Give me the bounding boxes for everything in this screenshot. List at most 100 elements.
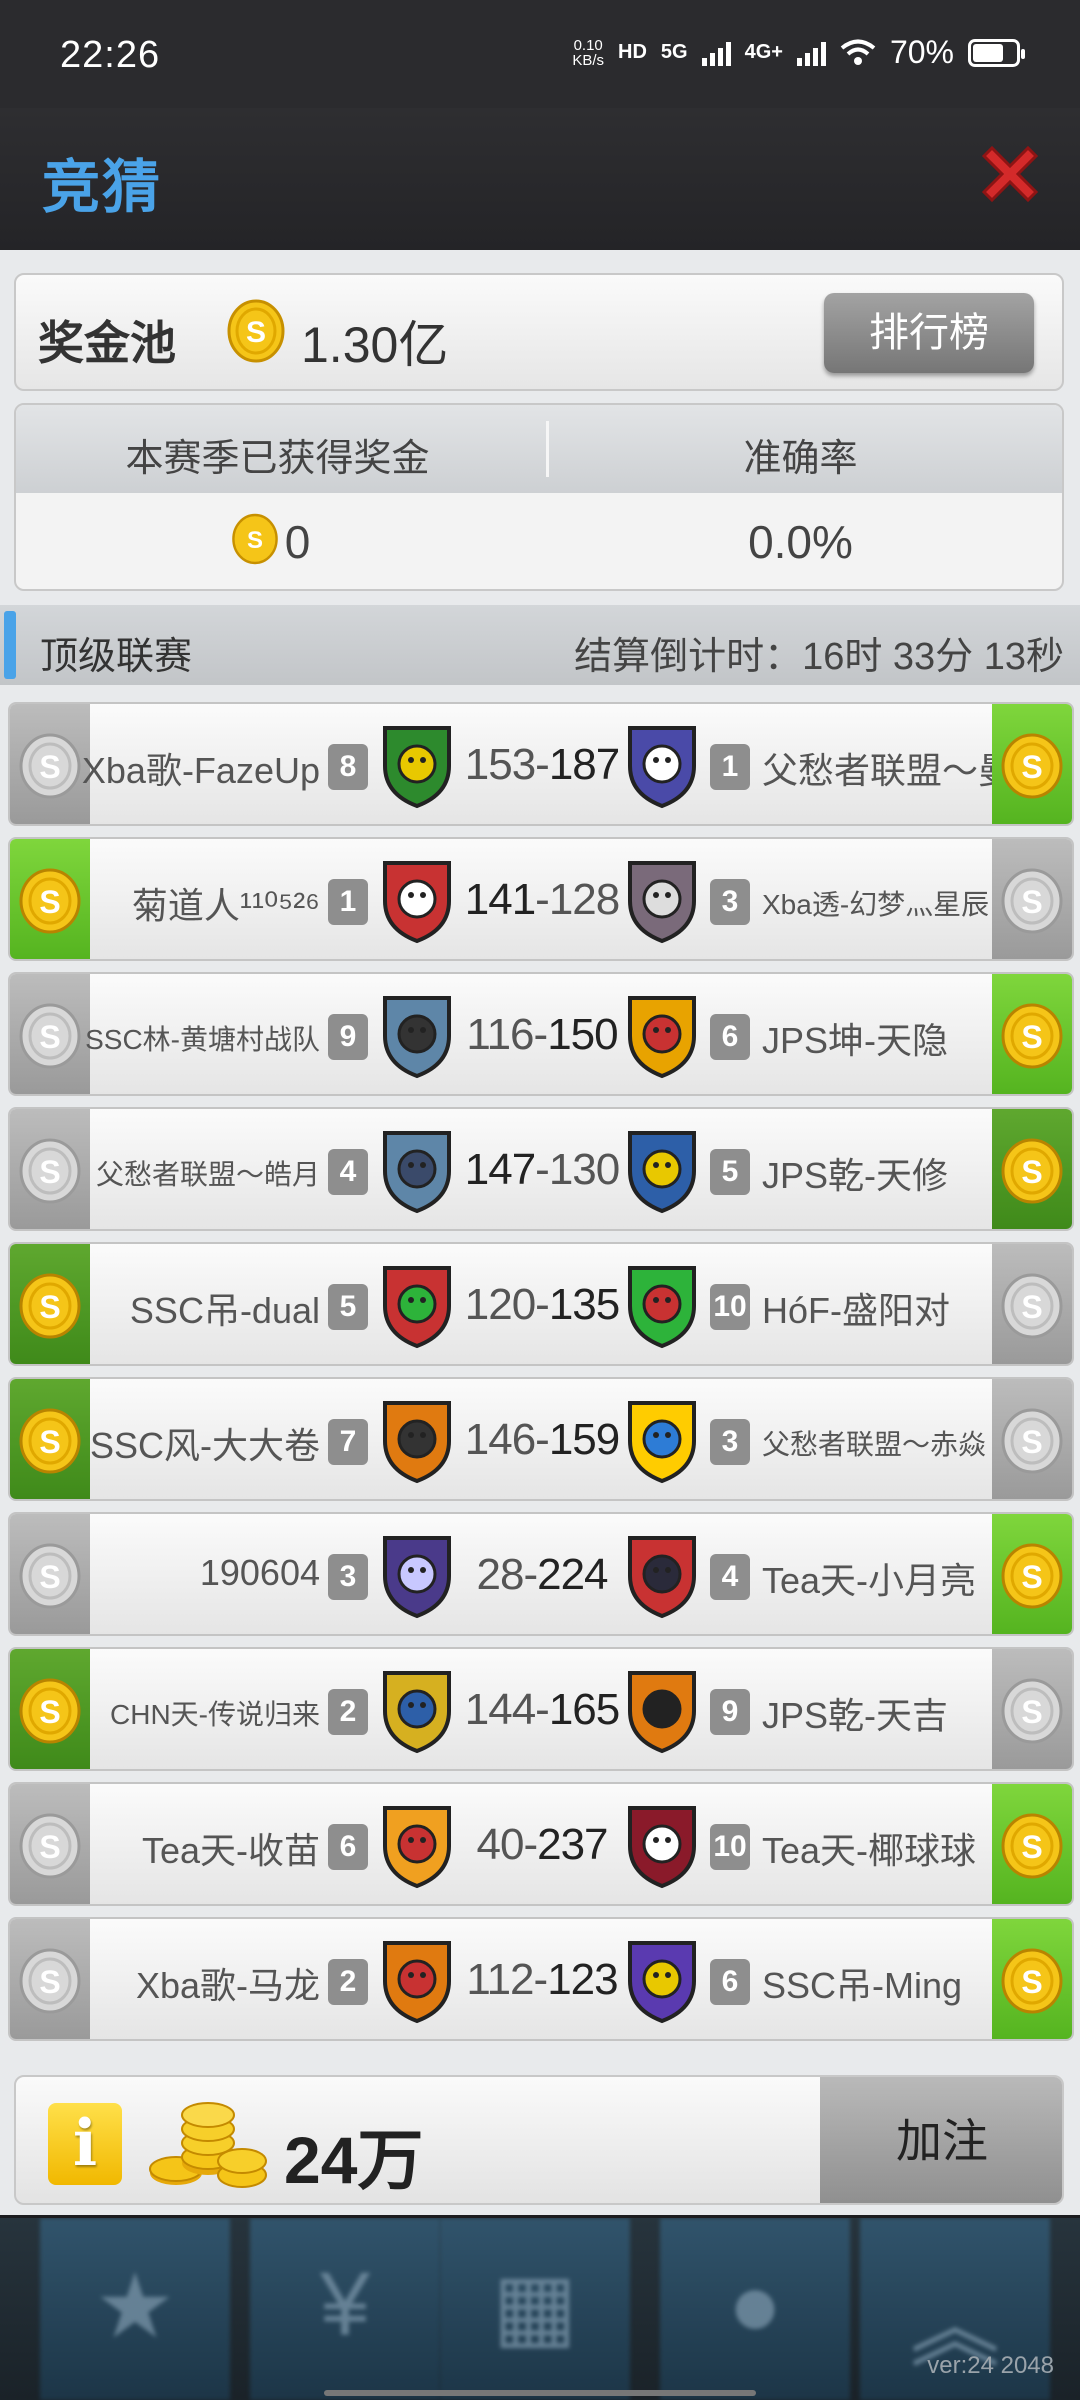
page-header: 竞猜 [0,108,1080,250]
left-score: 120 [464,1280,536,1329]
team-right-logo [628,1401,696,1484]
right-score: 135 [548,1280,620,1329]
team-right-name: Tea天-椰球球 [762,1830,977,1871]
earned-label: 本赛季已获得奖金 [125,438,430,480]
svg-text:S: S [39,1694,60,1730]
coin-icon: S [19,1273,81,1339]
match-row: S SSC风-大大卷 7 146-159 3 父愁者联盟～赤焱 S [8,1377,1074,1501]
page-title: 竞猜 [42,155,163,220]
match-score: 28-224 [476,1550,608,1599]
team-left-logo [383,996,451,1079]
team-icon: ▦ [492,2257,578,2357]
clock: 22:26 [60,34,161,76]
match-score: 153-187 [464,740,621,789]
svg-text:S: S [39,884,60,920]
left-score: 153 [464,740,536,789]
pick-left-button[interactable]: S [10,1784,90,1904]
team-right-rank: 10 [710,1284,750,1330]
prize-pool-label: 奖金池 [38,317,176,369]
pick-right-button[interactable]: S [992,1244,1072,1364]
team-right-name: HóF-盛阳对 [762,1290,950,1331]
pick-left-button[interactable]: S [10,974,90,1094]
team-right-rank: 5 [710,1149,750,1195]
pick-right-button[interactable]: S [992,1379,1072,1499]
left-score: 147 [464,1145,536,1194]
team-right-logo [628,1266,696,1349]
match-score: 120-135 [464,1280,621,1329]
yuan-icon: ¥ [319,2255,371,2355]
match-row: S CHN天-传说归来 2 144-165 9 JPS乾-天吉 S [8,1647,1074,1771]
team-right-rank: 1 [710,744,750,790]
team-left-name: 父愁者联盟～皓月 [95,1159,320,1190]
pick-right-button[interactable]: S [992,839,1072,959]
svg-text:S: S [1021,1154,1042,1190]
pick-right-button[interactable]: S [992,974,1072,1094]
team-left-name: 190604 [199,1552,320,1593]
pick-left-button[interactable]: S [10,1919,90,2039]
svg-text:S: S [39,1424,60,1460]
team-left-name: CHN天-传说归来 [110,1699,320,1730]
leaderboard-button[interactable]: 排行榜 [824,293,1034,373]
nav-yuan-tab: ¥ [250,2218,440,2400]
team-left-logo [383,1401,451,1484]
coin-icon: S [1001,1543,1063,1609]
team-right-name: 父愁者联盟～赤焱 [762,1429,987,1460]
right-score: 165 [548,1685,620,1734]
team-right-logo [628,1806,696,1889]
team-left-name: Xba歌-FazeUp [81,750,320,791]
pick-right-button[interactable]: S [992,1919,1072,2039]
svg-text:S: S [39,1964,60,2000]
team-left-logo [383,1131,451,1214]
match-row: S 菊道人¹¹⁰⁵²⁶ 1 141-128 3 Xba透-幻梦灬星辰 S [8,837,1074,961]
signal-icon [701,40,731,66]
pick-left-button[interactable]: S [10,1379,90,1499]
team-left-logo [383,1941,451,2024]
team-right-rank: 10 [710,1824,750,1870]
accuracy-value: 0.0% [748,516,853,568]
season-stats: 本赛季已获得奖金 准确率 S 0 0.0% [14,403,1064,591]
pick-right-button[interactable]: S [992,1649,1072,1769]
version-label: ver:24 2048 [927,2352,1054,2379]
coin-icon: S [1001,733,1063,799]
team-right-logo [628,1671,696,1754]
pick-right-button[interactable]: S [992,1109,1072,1229]
svg-text:S: S [1021,1289,1042,1325]
team-right-name: JPS乾-天吉 [762,1695,949,1736]
team-left-rank: 6 [328,1824,368,1870]
info-icon[interactable]: i [48,2103,122,2185]
pick-right-button[interactable]: S [992,1514,1072,1634]
svg-text:S: S [39,1154,60,1190]
match-score: 141-128 [464,875,621,924]
coin-icon: S [19,1408,81,1474]
left-score: 28 [476,1550,524,1599]
pick-left-button[interactable]: S [10,1109,90,1229]
star-icon: ★ [94,2257,176,2357]
team-right-logo [628,861,696,944]
add-bet-button[interactable]: 加注 [820,2077,1062,2203]
coin-stack-icon [149,2102,267,2188]
pick-left-button[interactable]: S [10,1244,90,1364]
team-right-name: Tea天-小月亮 [762,1560,977,1601]
pick-left-button[interactable]: S [10,1514,90,1634]
pick-left-button[interactable]: S [10,839,90,959]
svg-text:S: S [39,1829,60,1865]
team-right-name: SSC吊-Ming [762,1965,963,2006]
close-icon[interactable] [974,138,1046,210]
team-left-name: 菊道人¹¹⁰⁵²⁶ [131,885,320,926]
pick-left-button[interactable]: S [10,1649,90,1769]
team-right-rank: 3 [710,1419,750,1465]
coin-icon: S [19,868,81,934]
settlement-countdown: 结算倒计时：16时 33分 13秒 [574,636,1064,678]
team-right-rank: 4 [710,1554,750,1600]
left-score: 144 [464,1685,536,1734]
pick-right-button[interactable]: S [992,1784,1072,1904]
pick-left-button[interactable]: S [10,704,90,824]
coin-icon: S [1001,1678,1063,1744]
team-right-rank: 9 [710,1689,750,1735]
team-left-rank: 7 [328,1419,368,1465]
bet-amount: 24万 [284,2123,424,2197]
prize-pool-amount: 1.30亿 [301,317,449,373]
pick-right-button[interactable]: S [992,704,1072,824]
team-left-name: Xba歌-马龙 [135,1965,320,2006]
team-right-logo [628,726,696,809]
